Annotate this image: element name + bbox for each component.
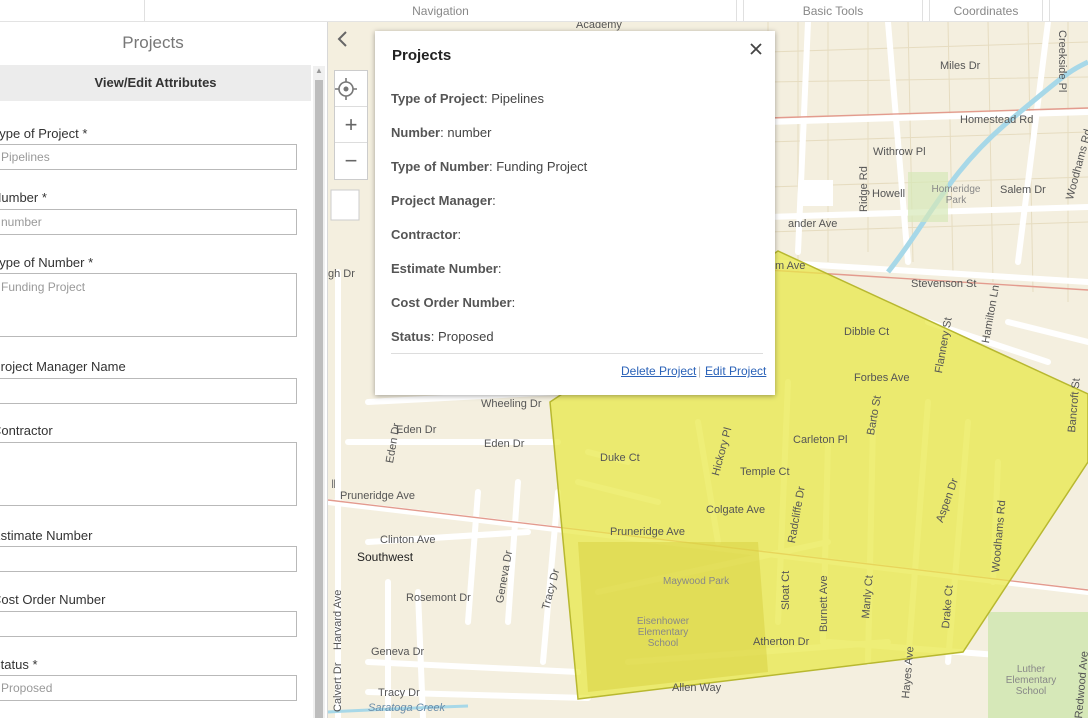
map-label-salem: Salem Dr [1000,184,1046,196]
popup-row-contractor: Contractor: [391,227,462,242]
map-label-miles: Miles Dr [940,60,981,72]
scroll-up-arrow-icon[interactable]: ▲ [315,66,323,78]
number-label: Number * [0,190,47,205]
map-label-homestead: Homestead Rd [960,114,1034,126]
map-label-clinton: Clinton Ave [380,534,436,546]
app-window: Navigation Basic Tools Coordinates Proje… [0,0,1088,718]
map-label-dibble: Dibble Ct [844,326,890,338]
estimate-number-label: Estimate Number [0,528,93,543]
edit-project-link[interactable]: Edit Project [705,364,766,378]
panel-title: Projects [122,33,184,52]
panel-resize-handle[interactable]: ‖ [331,477,339,497]
panel-scrollbar[interactable]: ▲ [313,66,325,718]
collapse-panel-button[interactable] [336,30,366,60]
map-label-saratoga: Saratoga Creek [368,702,446,714]
map-label-allen: Allen Way [672,682,722,694]
status-label: Status * [0,657,38,672]
popup-row-project-manager: Project Manager: [391,193,496,208]
map-label-withrow: Withrow Pl [873,146,926,158]
popup-title: Projects [392,47,452,64]
zoom-in-button[interactable]: + [335,107,367,143]
close-icon [750,43,762,55]
project-popup: Projects Type of Project: Pipelines Numb… [375,31,775,395]
popup-row-type-of-project: Type of Project: Pipelines [391,91,544,106]
map-label-eden-dr-2: Eden Dr [484,438,525,450]
map-label-harvard: Harvard Ave [332,589,344,650]
popup-close-button[interactable] [750,40,762,60]
map-controls: + − [334,70,368,180]
tab-navigation[interactable]: Navigation [144,0,737,21]
contractor-textarea[interactable] [0,442,297,506]
popup-row-type-of-number: Type of Number: Funding Project [391,159,588,174]
locate-button[interactable] [335,71,367,107]
status-input[interactable]: Proposed [0,675,297,701]
delete-project-link[interactable]: Delete Project [621,364,696,378]
map-label-rosemont: Rosemont Dr [406,592,471,604]
projects-panel: Projects View/Edit Attributes Type of Pr… [0,22,328,718]
type-of-project-input[interactable]: Pipelines [0,144,297,170]
map-label-sloat: Sloat Ct [780,570,792,610]
project-manager-label: Project Manager Name [0,359,126,374]
cost-order-number-label: Cost Order Number [0,592,106,607]
map-label-maywood: Maywood Park [663,576,730,587]
popup-divider [391,353,763,354]
tab-basic-tools[interactable]: Basic Tools [743,0,923,21]
chevron-left-icon [337,31,347,47]
map-label-howell: Howell [872,188,906,200]
type-of-number-label: Type of Number * [0,255,94,270]
estimate-number-input[interactable] [0,546,297,572]
map-label-ridge: Ridge Rd [858,166,870,212]
tab-extra[interactable] [1049,0,1088,21]
map-label-lander: ander Ave [788,218,838,230]
cost-order-number-input[interactable] [0,611,297,637]
scroll-thumb[interactable] [315,80,323,718]
contractor-label: Contractor [0,423,53,438]
popup-row-cost-order-number: Cost Order Number: [391,295,516,310]
map-label-forbes: Forbes Ave [854,372,910,384]
map-label-stevenson: Stevenson St [911,278,977,290]
map-label-wheeling: Wheeling Dr [481,398,542,410]
number-input[interactable]: number [0,209,297,235]
type-of-number-textarea[interactable]: Funding Project [0,273,297,337]
map-label-pruneridge-1: Pruneridge Ave [340,490,416,502]
popup-row-status: Status: Proposed [391,329,494,344]
map-label-gh-dr: gh Dr [328,268,355,280]
popup-row-number: Number: number [391,125,492,140]
map-label-eisenhower: Eisenhower Elementary School [636,616,690,649]
type-of-project-label: Type of Project * [0,126,88,141]
map-label-tracy: Tracy Dr [378,687,420,699]
map-label-temple: Temple Ct [740,466,790,478]
map-label-pruneridge-2: Pruneridge Ave [610,526,686,538]
map-label-homeridge: Homeridge Park [931,184,981,206]
tab-coordinates[interactable]: Coordinates [929,0,1043,21]
crosshair-icon [335,78,357,100]
popup-link-separator: | [698,364,702,378]
map-label-southwest: Southwest [357,550,414,564]
map-label-calvert: Calvert Dr [332,662,344,712]
map-label-creekside: Creekside Pl [1056,30,1068,93]
map-label-atherton: Atherton Dr [753,636,810,648]
zoom-out-button[interactable]: − [335,143,367,179]
map-label-colgate: Colgate Ave [706,504,766,516]
panel-subtitle: View/Edit Attributes [0,65,311,101]
map-label-luther: Luther Elementary School [1005,664,1057,697]
map-label-geneva: Geneva Dr [371,646,425,658]
map-label-carleton: Carleton Pl [793,434,848,446]
project-manager-input[interactable] [0,378,297,404]
map-label-academy: Academy [576,22,622,31]
top-toolbar: Navigation Basic Tools Coordinates [0,0,1088,22]
map-label-m-ave: m Ave [775,260,806,272]
popup-row-estimate-number: Estimate Number: [391,261,502,276]
map-label-burnett: Burnett Ave [818,575,830,632]
map-label-duke: Duke Ct [600,452,640,464]
